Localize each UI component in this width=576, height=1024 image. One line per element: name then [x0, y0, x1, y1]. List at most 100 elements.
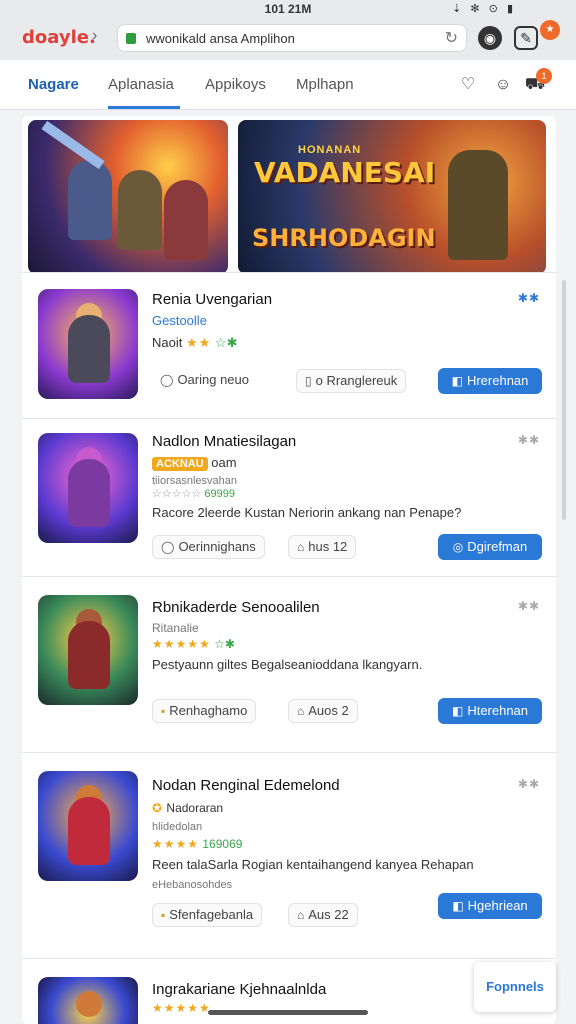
smile-icon[interactable]: ☺ — [492, 74, 514, 96]
game-thumbnail[interactable] — [38, 289, 138, 399]
sword-shape — [41, 120, 105, 170]
browser-toolbar: doayle. › wwonikald ansa Amplihon ↻ ◉ ✎ … — [0, 18, 576, 60]
meta-pill: ⌂ Auos 2 — [288, 699, 358, 723]
clock-icon: ◯ — [160, 373, 174, 387]
more-icon[interactable]: ✱✱ — [518, 291, 540, 305]
home-icon: ⌂ — [297, 908, 305, 922]
more-icon[interactable]: ✱✱ — [518, 599, 540, 613]
game-card[interactable]: Nodan Renginal Edemelond ✪ Nadoraran hli… — [22, 752, 556, 958]
game-badge-tail: oam — [211, 455, 237, 470]
calendar-icon: ▪ — [161, 908, 166, 922]
hero-figure — [118, 170, 162, 250]
game-thumbnail[interactable] — [38, 433, 138, 543]
game-title[interactable]: Rbnikaderde Senooalilen — [152, 599, 320, 616]
home-icon: ⌂ — [297, 704, 305, 718]
status-bar: 101 21M ⇣ ✻ ⊙ ▮ — [0, 0, 576, 18]
rating-stars: ★★★★★ — [152, 637, 211, 651]
install-button[interactable]: ◧ Hrerehnan — [438, 368, 542, 394]
install-button[interactable]: ◧ Hgehriean — [438, 893, 542, 919]
hero-figure — [68, 160, 112, 240]
character-body — [68, 621, 110, 689]
install-button-label: Hterehnan — [467, 703, 529, 718]
meta-pill-text: hus 12 — [308, 539, 348, 554]
game-card[interactable]: Rbnikaderde Senooalilen Ritanalie ★★★★★ … — [22, 576, 556, 752]
game-thumbnail[interactable] — [38, 595, 138, 705]
home-icon: ⌂ — [297, 540, 305, 554]
meta-pill-text: Sfenfagebanla — [169, 907, 254, 922]
game-description: Reen talaSarla Rogian kentaihangend kany… — [152, 857, 474, 872]
chevron-right-icon[interactable]: › — [92, 27, 97, 45]
game-developer: Nadoraran — [166, 801, 224, 815]
home-indicator[interactable] — [208, 1010, 368, 1015]
game-developer: Gestoolle — [152, 313, 207, 328]
tab-aplanasia[interactable]: Aplanasia — [108, 76, 174, 93]
scrollbar[interactable] — [562, 280, 566, 520]
meta-pill-text: Renhaghamo — [169, 703, 248, 718]
game-rating: ☆☆☆☆☆ 69999 — [152, 487, 235, 500]
game-rating: ★★★★★ ☆✱ — [152, 637, 235, 651]
game-meta-2: eHebanosohdes — [152, 879, 233, 891]
tab-nagare[interactable]: Nagare — [28, 76, 79, 93]
meta-pill: ▪ Renhaghamo — [152, 699, 257, 723]
rating-count: 69999 — [204, 488, 235, 500]
meta-pill-text: Auos 2 — [308, 703, 349, 718]
banner-subtitle: HONANAN — [298, 144, 362, 156]
banner-image-left[interactable] — [28, 120, 228, 274]
rating-stars: ★★★★ — [152, 837, 200, 851]
address-text[interactable]: wwonikald ansa Amplihon — [146, 31, 295, 46]
reload-icon[interactable]: ↻ — [445, 28, 458, 48]
cart-badge: 1 — [536, 68, 552, 84]
extension-badge[interactable]: ★ — [540, 20, 560, 40]
rating-label: Naoit — [152, 335, 183, 350]
file-icon: ▯ — [305, 374, 312, 388]
character-body — [68, 459, 110, 527]
brand-logo[interactable]: doayle. — [22, 27, 96, 48]
tab-bar: Nagare Aplanasia Appikoys Mplhapn ♡ ☺ ⛟ … — [0, 60, 576, 110]
game-description: Pestyaunn giltes Begalseanioddana lkangy… — [152, 657, 423, 672]
character-head — [76, 991, 102, 1017]
game-card[interactable]: Renia Uvengarian Gestoolle Naoit ★★ ☆✱ ✱… — [22, 272, 556, 418]
hero-figure — [448, 150, 508, 260]
game-rating: ★★★★★ — [152, 1001, 211, 1015]
game-developer-line: ✪ Nadoraran — [152, 801, 223, 815]
edit-icon[interactable]: ✎ — [514, 26, 538, 50]
banner-title-2: SHRHODAGIN — [252, 224, 436, 252]
award-icon: ✪ — [152, 801, 164, 815]
active-tab-indicator — [108, 106, 180, 109]
floating-button[interactable]: Fopnnels — [474, 962, 556, 1012]
game-thumbnail[interactable] — [38, 771, 138, 881]
tab-appikoys[interactable]: Appikoys — [205, 76, 266, 93]
heart-icon[interactable]: ♡ — [457, 74, 479, 96]
meta-pill-text: Oaring neuo — [177, 372, 249, 387]
character-body — [68, 797, 110, 865]
meta-pill: ▪ Sfenfagebanla — [152, 903, 263, 927]
game-thumbnail[interactable] — [38, 977, 138, 1024]
status-icons: ⇣ ✻ ⊙ ▮ — [452, 3, 516, 15]
install-button[interactable]: ◧ Hterehnan — [438, 698, 542, 724]
rating-extra: ☆✱ — [214, 335, 238, 350]
game-title[interactable]: Nadlon Mnatiesilagan — [152, 433, 296, 450]
game-title[interactable]: Nodan Renginal Edemelond — [152, 777, 340, 794]
more-icon[interactable]: ✱✱ — [518, 433, 540, 447]
game-card[interactable]: Nadlon Mnatiesilagan ACKNAU oam tiiorsas… — [22, 418, 556, 576]
address-bar[interactable]: wwonikald ansa Amplihon ↻ — [117, 24, 467, 52]
character-body — [68, 315, 110, 383]
profile-icon[interactable]: ◉ — [478, 26, 502, 50]
install-button[interactable]: ◎ Dgirefman — [438, 534, 542, 560]
banner-image-right[interactable]: HONANAN VADANESAI SHRHODAGIN — [238, 120, 546, 274]
main-content: HONANAN VADANESAI SHRHODAGIN Renia Uveng… — [22, 116, 556, 1024]
meta-pill: ▯ o Rranglereuk — [296, 369, 407, 393]
more-icon[interactable]: ✱✱ — [518, 777, 540, 791]
game-title[interactable]: Renia Uvengarian — [152, 291, 272, 308]
banner-title: VADANESAI — [254, 156, 436, 189]
install-button-label: Hgehriean — [467, 898, 528, 913]
tab-mplhapn[interactable]: Mplhapn — [296, 76, 354, 93]
game-title[interactable]: Ingrakariane Kjehnaalnlda — [152, 981, 326, 998]
game-rating: Naoit ★★ ☆✱ — [152, 335, 237, 351]
game-meta: tiiorsasnlesvahan — [152, 475, 237, 487]
hero-figure — [164, 180, 208, 260]
meta-pill-text: Oerinnighans — [178, 539, 256, 554]
download-icon: ◧ — [451, 374, 463, 388]
rating-stars: ☆☆☆☆☆ — [152, 488, 202, 500]
calendar-icon: ▪ — [161, 704, 166, 718]
